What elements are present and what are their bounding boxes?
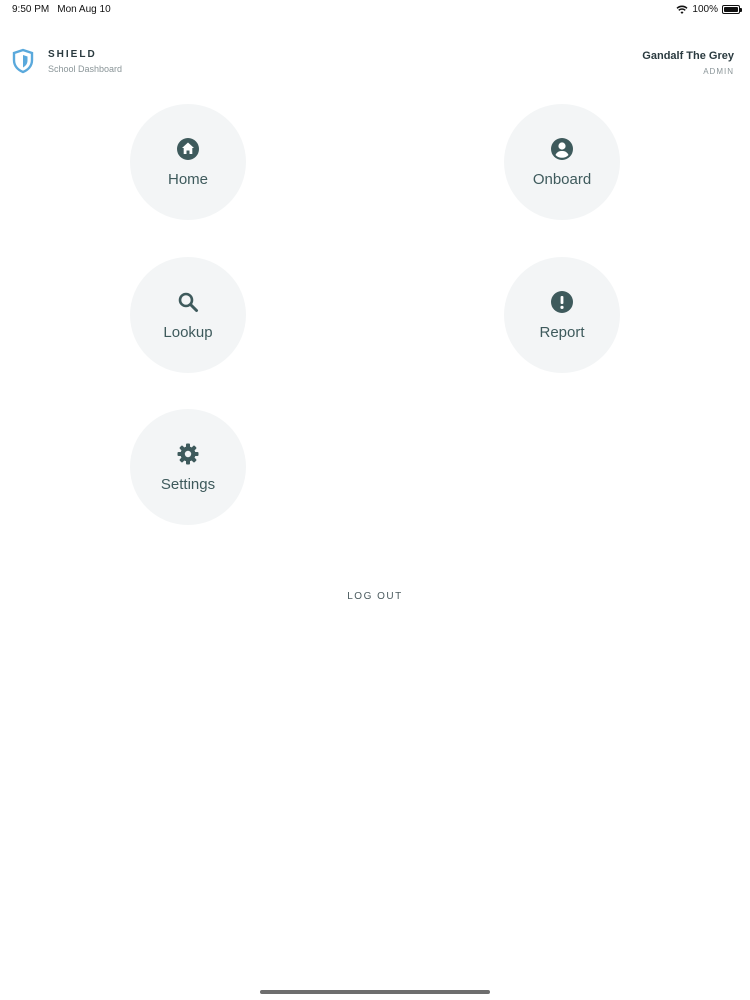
report-button[interactable]: Report <box>504 257 620 373</box>
brand: SHIELD School Dashboard <box>12 48 122 74</box>
user-role: ADMIN <box>703 67 734 76</box>
status-time: 9:50 PM <box>12 4 50 15</box>
alert-icon <box>551 290 573 313</box>
battery-fill <box>724 7 738 12</box>
status-bar: 9:50 PM Mon Aug 10 100% <box>0 0 750 18</box>
settings-button[interactable]: Settings <box>130 409 246 525</box>
lookup-label: Lookup <box>163 323 213 341</box>
brand-title: SHIELD <box>48 48 97 60</box>
onboard-button[interactable]: Onboard <box>504 104 620 220</box>
shield-logo-icon <box>12 48 34 74</box>
home-icon <box>177 137 199 160</box>
lookup-button[interactable]: Lookup <box>130 257 246 373</box>
settings-label: Settings <box>160 475 216 493</box>
battery-icon <box>722 5 742 14</box>
home-button[interactable]: Home <box>130 104 246 220</box>
onboard-label: Onboard <box>532 170 592 188</box>
account-circle-icon <box>551 137 573 160</box>
status-date: Mon Aug 10 <box>57 4 111 15</box>
status-right: 100% <box>676 4 742 15</box>
battery-percent: 100% <box>692 4 718 15</box>
wifi-icon <box>676 5 688 14</box>
status-left: 9:50 PM Mon Aug 10 <box>12 4 111 15</box>
home-label: Home <box>167 170 208 188</box>
search-icon <box>178 292 198 312</box>
brand-subtitle: School Dashboard <box>48 63 123 74</box>
report-label: Report <box>539 323 585 341</box>
user-info: Gandalf The Grey ADMIN <box>642 50 734 76</box>
brand-text: SHIELD School Dashboard <box>48 49 122 74</box>
gear-icon <box>177 443 199 464</box>
logout-row: LOG OUT <box>0 586 750 604</box>
user-name: Gandalf The Grey <box>642 50 734 62</box>
home-indicator <box>260 990 490 994</box>
logout-button[interactable]: LOG OUT <box>347 591 403 602</box>
